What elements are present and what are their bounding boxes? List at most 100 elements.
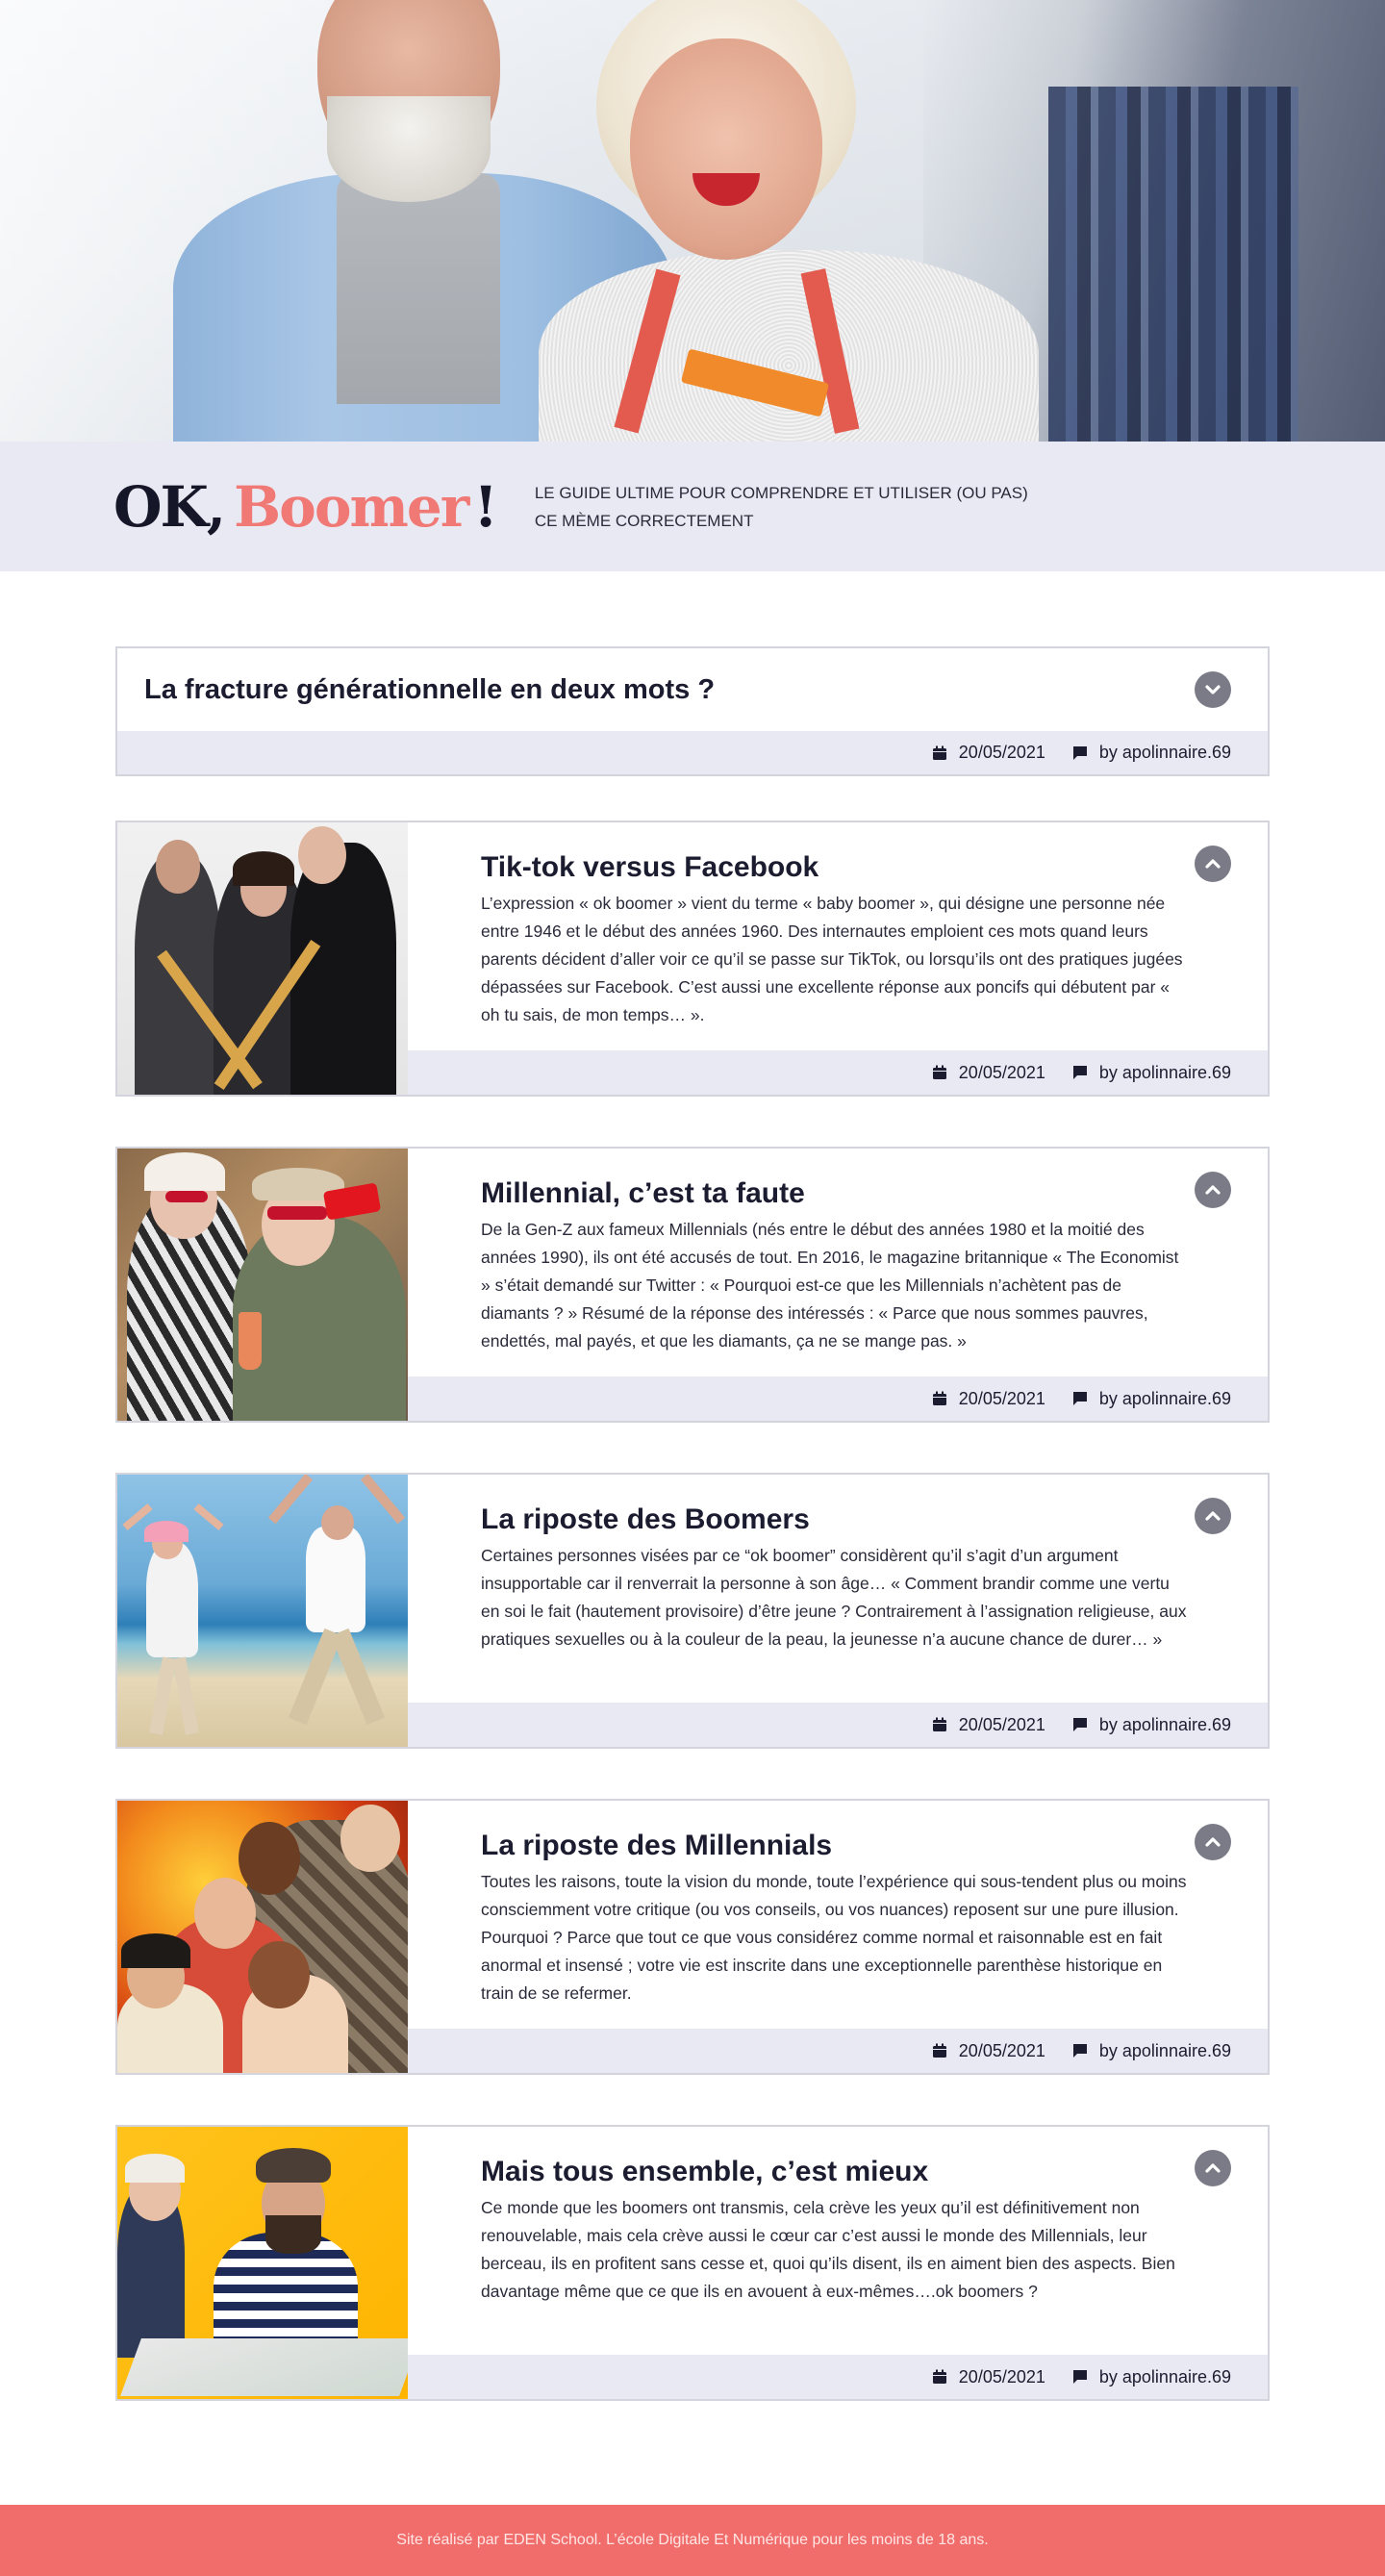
- post-author-text: by apolinnaire.69: [1098, 1062, 1231, 1082]
- article-image: [117, 1801, 408, 2073]
- article-meta: 20/05/2021 by apolinnaire.69: [408, 1376, 1268, 1421]
- hero-woman: [539, 0, 1039, 442]
- comment-icon: [1072, 745, 1087, 760]
- post-author-text: by apolinnaire.69: [1098, 2040, 1231, 2060]
- post-date: 20/05/2021: [932, 743, 1045, 763]
- hero-clothes: [1048, 87, 1298, 442]
- logo-bang: !: [473, 473, 498, 540]
- post-date-text: 20/05/2021: [958, 2040, 1045, 2060]
- chevron-up-icon: [1205, 1837, 1221, 1847]
- calendar-icon: [932, 1065, 946, 1079]
- intro-meta: 20/05/2021 by apolinnaire.69: [117, 731, 1268, 774]
- post-author-text: by apolinnaire.69: [1098, 1388, 1231, 1408]
- article-card: Tik-tok versus Facebook L’expression « o…: [115, 821, 1270, 1097]
- post-date: 20/05/2021: [932, 1063, 1045, 1083]
- article-body: Mais tous ensemble, c’est mieux Ce monde…: [408, 2127, 1268, 2399]
- article-body: La riposte des Boomers Certaines personn…: [408, 1475, 1268, 1747]
- post-author[interactable]: by apolinnaire.69: [1072, 1389, 1231, 1409]
- article-title: Mais tous ensemble, c’est mieux: [481, 2156, 929, 2187]
- post-author[interactable]: by apolinnaire.69: [1072, 2041, 1231, 2061]
- collapse-button[interactable]: [1195, 2150, 1231, 2186]
- logo-ok: OK,: [113, 473, 226, 540]
- collapse-button[interactable]: [1195, 1824, 1231, 1860]
- post-author-text: by apolinnaire.69: [1098, 1714, 1231, 1734]
- comment-icon: [1072, 1392, 1087, 1405]
- article-text: L’expression « ok boomer » vient du term…: [481, 894, 1183, 1024]
- post-author-text: by apolinnaire.69: [1098, 2366, 1231, 2387]
- post-date-text: 20/05/2021: [958, 1062, 1045, 1082]
- article-title: Millennial, c’est ta faute: [481, 1177, 805, 1209]
- article-content: Mais tous ensemble, c’est mieux Ce monde…: [408, 2127, 1268, 2355]
- article-content: Millennial, c’est ta faute De la Gen-Z a…: [408, 1149, 1268, 1376]
- chevron-up-icon: [1205, 1185, 1221, 1195]
- article-content: La riposte des Boomers Certaines personn…: [408, 1475, 1268, 1703]
- article-content: Tik-tok versus Facebook L’expression « o…: [408, 822, 1268, 1050]
- article-body: Tik-tok versus Facebook L’expression « o…: [408, 822, 1268, 1095]
- post-date-text: 20/05/2021: [958, 1714, 1045, 1734]
- calendar-icon: [932, 1391, 946, 1405]
- calendar-icon: [932, 745, 946, 760]
- article-body: La riposte des Millennials Toutes les ra…: [408, 1801, 1268, 2073]
- article-text: Ce monde que les boomers ont transmis, c…: [481, 2198, 1175, 2301]
- post-date-text: 20/05/2021: [958, 2366, 1045, 2387]
- article-meta: 20/05/2021 by apolinnaire.69: [408, 2355, 1268, 2399]
- collapse-button[interactable]: [1195, 1172, 1231, 1208]
- footer-text: Site réalisé par EDEN School. L’école Di…: [396, 2532, 989, 2548]
- article-content: La riposte des Millennials Toutes les ra…: [408, 1801, 1268, 2029]
- post-date: 20/05/2021: [932, 1715, 1045, 1735]
- site-tagline: LE GUIDE ULTIME POUR COMPRENDRE ET UTILI…: [535, 479, 1028, 535]
- article-meta: 20/05/2021 by apolinnaire.69: [408, 1703, 1268, 1747]
- site-header: OK, Boomer ! LE GUIDE ULTIME POUR COMPRE…: [0, 442, 1385, 571]
- chevron-up-icon: [1205, 1511, 1221, 1521]
- article-text: Certaines personnes visées par ce “ok bo…: [481, 1546, 1187, 1649]
- article-title: La riposte des Boomers: [481, 1503, 810, 1535]
- post-author[interactable]: by apolinnaire.69: [1072, 1715, 1231, 1735]
- intro-header[interactable]: La fracture générationnelle en deux mots…: [117, 648, 1268, 731]
- article-image: [117, 1475, 408, 1747]
- site-logo[interactable]: OK, Boomer !: [113, 473, 498, 540]
- article-card: Mais tous ensemble, c’est mieux Ce monde…: [115, 2125, 1270, 2401]
- logo-boomer: Boomer: [234, 473, 469, 540]
- post-date-text: 20/05/2021: [958, 1388, 1045, 1408]
- intro-accordion: La fracture générationnelle en deux mots…: [115, 646, 1270, 776]
- comment-icon: [1072, 2044, 1087, 2058]
- post-author-text: by apolinnaire.69: [1098, 743, 1231, 762]
- article-card: La riposte des Millennials Toutes les ra…: [115, 1799, 1270, 2075]
- main-content: La fracture générationnelle en deux mots…: [0, 571, 1385, 2505]
- tagline-line-1: LE GUIDE ULTIME POUR COMPRENDRE ET UTILI…: [534, 483, 1028, 502]
- post-author[interactable]: by apolinnaire.69: [1072, 2367, 1231, 2387]
- post-author[interactable]: by apolinnaire.69: [1072, 743, 1231, 763]
- comment-icon: [1072, 1066, 1087, 1079]
- calendar-icon: [932, 1717, 946, 1731]
- chevron-up-icon: [1205, 2163, 1221, 2173]
- post-author[interactable]: by apolinnaire.69: [1072, 1063, 1231, 1083]
- comment-icon: [1072, 2370, 1087, 2384]
- article-image: [117, 2127, 408, 2399]
- article-image: [117, 822, 408, 1095]
- tagline-line-2: CE MÈME CORRECTEMENT: [534, 511, 754, 530]
- article-card: Millennial, c’est ta faute De la Gen-Z a…: [115, 1147, 1270, 1423]
- collapse-button[interactable]: [1195, 846, 1231, 882]
- calendar-icon: [932, 2369, 946, 2384]
- article-meta: 20/05/2021 by apolinnaire.69: [408, 1050, 1268, 1095]
- post-date: 20/05/2021: [932, 2041, 1045, 2061]
- hero-image: [0, 0, 1385, 442]
- article-image: [117, 1149, 408, 1421]
- article-text: De la Gen-Z aux fameux Millennials (nés …: [481, 1220, 1179, 1351]
- article-text: Toutes les raisons, toute la vision du m…: [481, 1872, 1187, 2003]
- chevron-down-icon: [1205, 685, 1221, 695]
- article-title: Tik-tok versus Facebook: [481, 851, 819, 883]
- comment-icon: [1072, 1718, 1087, 1731]
- site-footer: Site réalisé par EDEN School. L’école Di…: [0, 2505, 1385, 2576]
- article-title: La riposte des Millennials: [481, 1830, 833, 1861]
- collapse-button[interactable]: [1195, 1498, 1231, 1534]
- post-date: 20/05/2021: [932, 2367, 1045, 2387]
- expand-button[interactable]: [1195, 671, 1231, 708]
- article-body: Millennial, c’est ta faute De la Gen-Z a…: [408, 1149, 1268, 1421]
- post-date-text: 20/05/2021: [958, 743, 1045, 762]
- intro-title: La fracture générationnelle en deux mots…: [144, 673, 716, 705]
- article-meta: 20/05/2021 by apolinnaire.69: [408, 2029, 1268, 2073]
- chevron-up-icon: [1205, 859, 1221, 869]
- article-card: La riposte des Boomers Certaines personn…: [115, 1473, 1270, 1749]
- post-date: 20/05/2021: [932, 1389, 1045, 1409]
